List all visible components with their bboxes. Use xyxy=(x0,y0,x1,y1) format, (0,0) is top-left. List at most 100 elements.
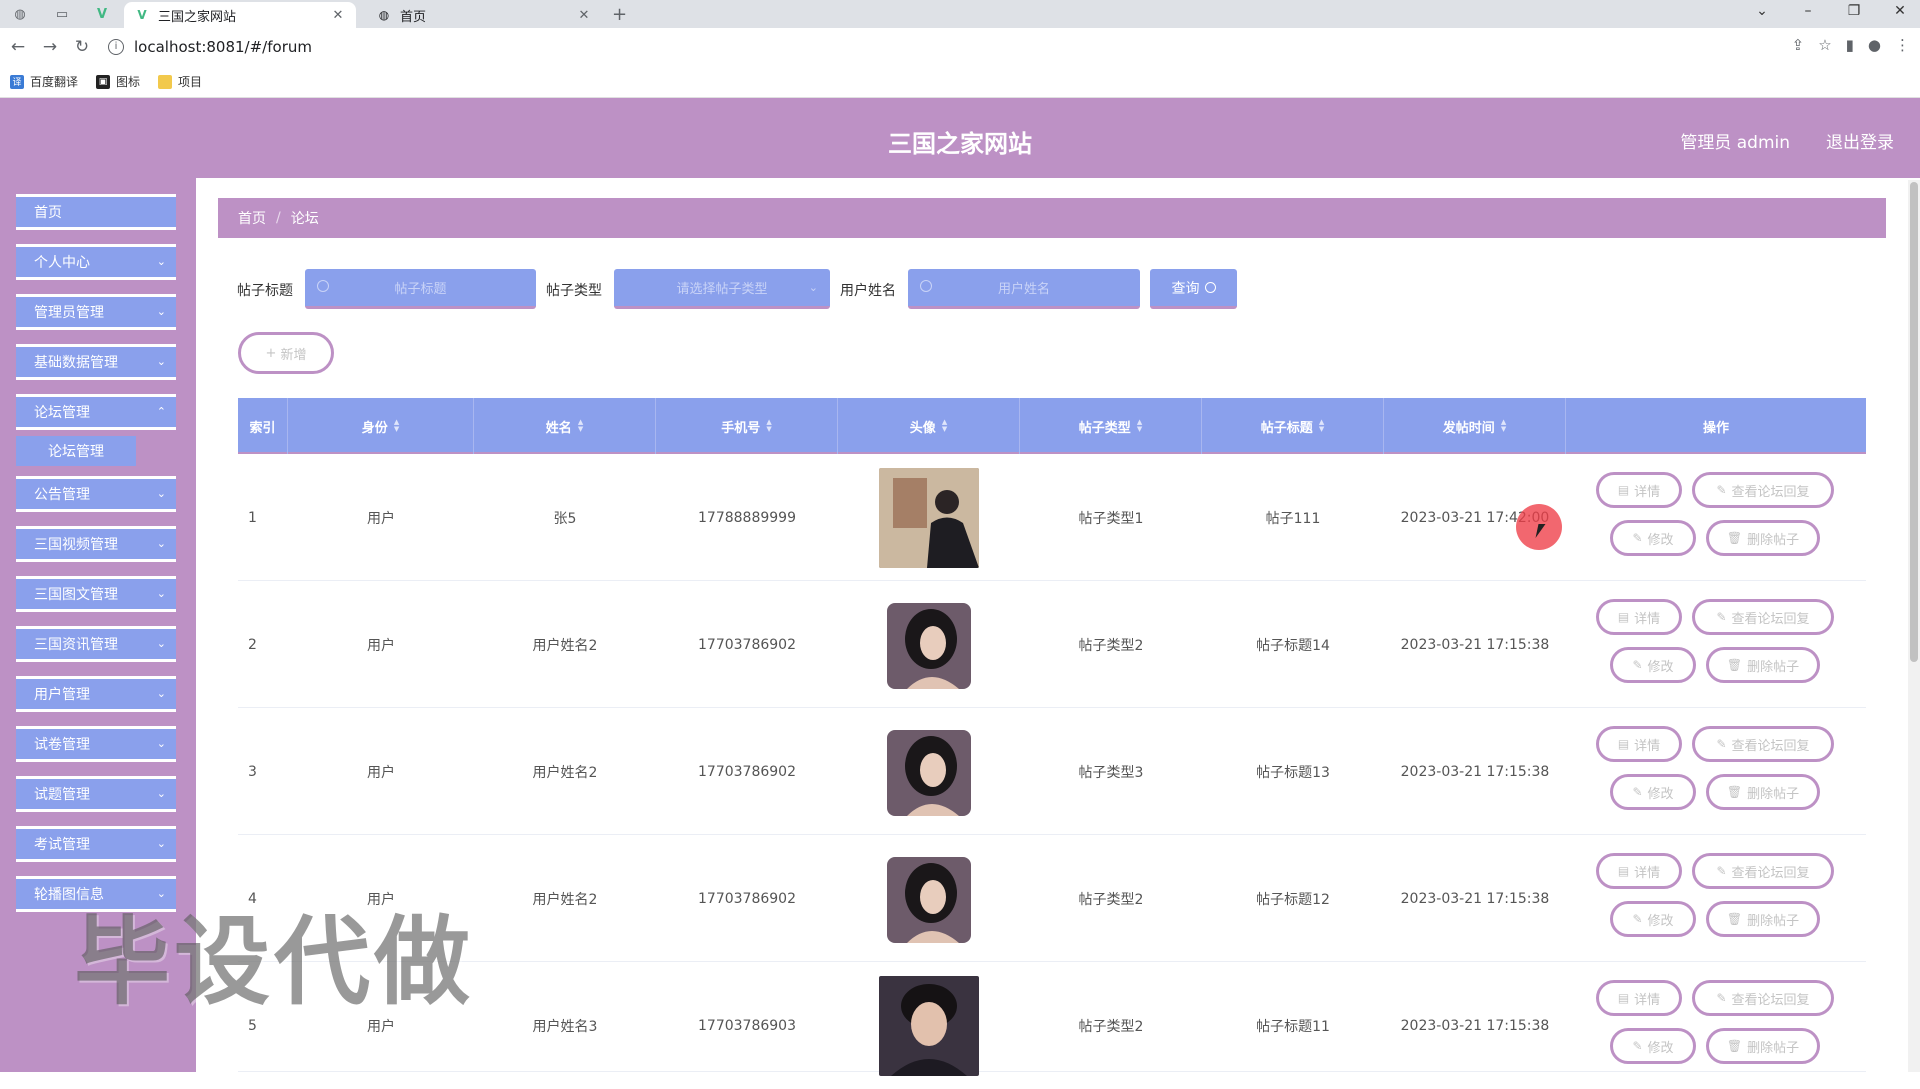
sidebar-item-article-mgmt[interactable]: 三国图文管理 ⌄ xyxy=(16,576,176,612)
view-replies-button[interactable]: ✎ 查看论坛回复 xyxy=(1692,980,1834,1016)
delete-post-button[interactable]: 🗑 删除帖子 xyxy=(1706,647,1820,683)
sort-icon[interactable]: ▲ ▼ xyxy=(394,419,399,433)
column-header-post-title[interactable]: 帖子标题 ▲ ▼ xyxy=(1202,398,1384,454)
globe-icon[interactable]: ◍ xyxy=(6,4,34,24)
title-search-input[interactable]: 帖子标题 xyxy=(305,269,536,309)
new-tab-icon[interactable]: + xyxy=(612,4,627,25)
sidebar-item-label: 三国视频管理 xyxy=(34,537,118,553)
breadcrumb-home[interactable]: 首页 xyxy=(238,208,266,228)
sidebar-item-personal-center[interactable]: 个人中心 ⌄ xyxy=(16,244,176,280)
edit-button[interactable]: ✎ 修改 xyxy=(1610,1028,1696,1064)
view-replies-button[interactable]: ✎ 查看论坛回复 xyxy=(1692,472,1834,508)
cell-avatar xyxy=(838,835,1020,962)
cell-name: 用户姓名2 xyxy=(532,891,598,908)
detail-button[interactable]: ▤ 详情 xyxy=(1596,980,1682,1016)
sort-icon[interactable]: ▲ ▼ xyxy=(1501,419,1506,433)
sort-icon[interactable]: ▲ ▼ xyxy=(1137,419,1142,433)
edit-button[interactable]: ✎ 修改 xyxy=(1610,901,1696,937)
sidebar-item-paper-mgmt[interactable]: 试卷管理 ⌄ xyxy=(16,726,176,762)
sidebar-item-admin-mgmt[interactable]: 管理员管理 ⌄ xyxy=(16,294,176,330)
profile-icon[interactable]: ● xyxy=(1868,36,1881,54)
sidebar-item-label: 试题管理 xyxy=(34,787,90,803)
button-label: 修改 xyxy=(1647,532,1674,548)
sidepanel-icon[interactable]: ▮ xyxy=(1846,36,1854,54)
edit-button[interactable]: ✎ 修改 xyxy=(1610,647,1696,683)
forward-icon[interactable]: → xyxy=(34,37,66,57)
avatar[interactable] xyxy=(879,848,979,949)
user-search-input[interactable]: 用户姓名 xyxy=(908,269,1140,309)
tab-sanguo[interactable]: V 三国之家网站 ✕ xyxy=(124,2,356,28)
sidebar-item-exam-mgmt[interactable]: 考试管理 ⌄ xyxy=(16,826,176,862)
cell-index: 3 xyxy=(248,763,257,780)
sort-icon[interactable]: ▲ ▼ xyxy=(578,419,583,433)
column-header-post-time[interactable]: 发帖时间 ▲ ▼ xyxy=(1384,398,1566,454)
edit-button[interactable]: ✎ 修改 xyxy=(1610,520,1696,556)
column-header-role[interactable]: 身份 ▲ ▼ xyxy=(288,398,474,454)
star-icon[interactable]: ☆ xyxy=(1818,36,1831,54)
column-header-phone[interactable]: 手机号 ▲ ▼ xyxy=(656,398,838,454)
avatar[interactable] xyxy=(879,721,979,822)
delete-post-button[interactable]: 🗑 删除帖子 xyxy=(1706,520,1820,556)
detail-button[interactable]: ▤ 详情 xyxy=(1596,472,1682,508)
cell-role: 用户 xyxy=(367,764,395,781)
type-select[interactable]: 请选择帖子类型 ⌄ xyxy=(614,269,830,309)
detail-button[interactable]: ▤ 详情 xyxy=(1596,853,1682,889)
view-replies-button[interactable]: ✎ 查看论坛回复 xyxy=(1692,599,1834,635)
add-button[interactable]: + 新增 xyxy=(238,332,334,374)
avatar[interactable] xyxy=(879,975,979,1076)
share-icon[interactable]: ⇪ xyxy=(1792,36,1805,54)
detail-button[interactable]: ▤ 详情 xyxy=(1596,599,1682,635)
view-replies-button[interactable]: ✎ 查看论坛回复 xyxy=(1692,853,1834,889)
table-row: 4 用户 用户姓名2 17703786902 帖子类型2 帖子标题12 2023… xyxy=(238,835,1866,962)
query-button[interactable]: 查询 xyxy=(1150,269,1237,309)
close-window-icon[interactable]: ✕ xyxy=(1885,3,1915,19)
sidebar-item-notice-mgmt[interactable]: 公告管理 ⌄ xyxy=(16,476,176,512)
button-label: 详情 xyxy=(1634,484,1661,500)
logout-link[interactable]: 退出登录 xyxy=(1826,128,1894,153)
sidebar-item-question-mgmt[interactable]: 试题管理 ⌄ xyxy=(16,776,176,812)
bookmark-project[interactable]: 项目 xyxy=(158,73,202,90)
edit-button[interactable]: ✎ 修改 xyxy=(1610,774,1696,810)
sidebar-item-base-data[interactable]: 基础数据管理 ⌄ xyxy=(16,344,176,380)
sort-icon[interactable]: ▲ ▼ xyxy=(1319,419,1324,433)
view-replies-button[interactable]: ✎ 查看论坛回复 xyxy=(1692,726,1834,762)
column-header-avatar[interactable]: 头像 ▲ ▼ xyxy=(838,398,1020,454)
chevron-down-icon[interactable]: ⌄ xyxy=(1747,3,1777,19)
bookmark-icons[interactable]: ▣ 图标 xyxy=(96,73,140,90)
sidebar-item-news-mgmt[interactable]: 三国资讯管理 ⌄ xyxy=(16,626,176,662)
delete-post-button[interactable]: 🗑 删除帖子 xyxy=(1706,774,1820,810)
page-scrollbar[interactable] xyxy=(1908,180,1920,1072)
column-header-name[interactable]: 姓名 ▲ ▼ xyxy=(474,398,656,454)
plus-icon: + xyxy=(265,345,277,361)
sidebar-item-user-mgmt[interactable]: 用户管理 ⌄ xyxy=(16,676,176,712)
vue-logo-icon[interactable]: V xyxy=(88,4,116,24)
scrollbar-thumb[interactable] xyxy=(1910,182,1918,662)
sidebar-item-video-mgmt[interactable]: 三国视频管理 ⌄ xyxy=(16,526,176,562)
cell-post-title: 帖子标题13 xyxy=(1256,764,1330,781)
close-icon[interactable]: ✕ xyxy=(576,8,592,23)
close-icon[interactable]: ✕ xyxy=(330,8,346,23)
back-icon[interactable]: ← xyxy=(2,37,34,57)
sidebar-item-home[interactable]: 首页 xyxy=(16,194,176,230)
delete-post-button[interactable]: 🗑 删除帖子 xyxy=(1706,1028,1820,1064)
sort-icon[interactable]: ▲ ▼ xyxy=(942,419,947,433)
tab-home[interactable]: ◍ 首页 ✕ xyxy=(366,2,602,28)
sort-icon[interactable]: ▲ ▼ xyxy=(766,419,771,433)
delete-post-button[interactable]: 🗑 删除帖子 xyxy=(1706,901,1820,937)
url-field[interactable]: i localhost:8081/#/forum xyxy=(108,33,312,61)
sidebar-item-forum-mgmt[interactable]: 论坛管理 ⌃ xyxy=(16,394,176,430)
column-header-post-type[interactable]: 帖子类型 ▲ ▼ xyxy=(1020,398,1202,454)
menu-icon[interactable]: ⋮ xyxy=(1895,36,1910,54)
header-label: 发帖时间 xyxy=(1442,420,1495,436)
bookmark-baidu-translate[interactable]: 译 百度翻译 xyxy=(10,73,78,90)
blank-tab-icon[interactable]: ▭ xyxy=(48,4,76,24)
reload-icon[interactable]: ↻ xyxy=(66,37,98,57)
restore-icon[interactable]: ❐ xyxy=(1839,3,1869,19)
avatar[interactable] xyxy=(879,594,979,695)
sidebar-subitem-forum[interactable]: 论坛管理 xyxy=(16,436,136,466)
avatar[interactable] xyxy=(879,467,979,568)
minimize-icon[interactable]: – xyxy=(1793,3,1823,19)
header-label: 头像 xyxy=(909,420,936,436)
info-icon[interactable]: i xyxy=(108,39,124,55)
detail-button[interactable]: ▤ 详情 xyxy=(1596,726,1682,762)
